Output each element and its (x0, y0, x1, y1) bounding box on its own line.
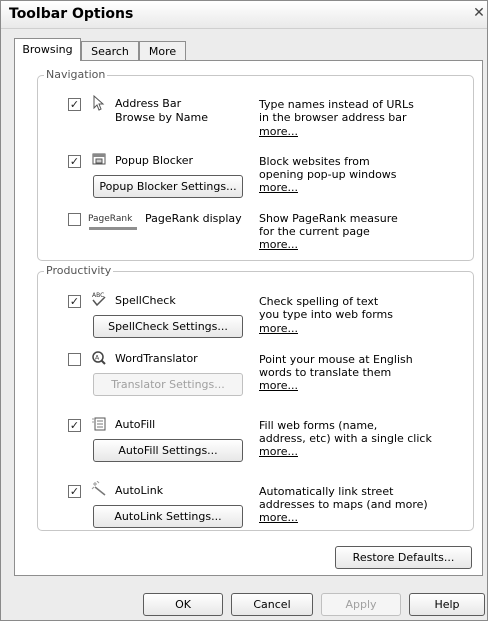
pagerank-label: PageRank display (145, 212, 242, 225)
autolink-desc-2: addresses to maps (and more) (259, 498, 428, 511)
translator-icon: A (90, 350, 108, 366)
dialog-title: Toolbar Options (9, 6, 134, 22)
popup-blocker-desc-1: Block websites from (259, 155, 370, 168)
autolink-settings-button[interactable]: AutoLink Settings... (93, 505, 243, 528)
translator-settings-button[interactable]: Translator Settings... (93, 373, 243, 396)
toolbar-options-dialog: Toolbar Options ✕ Browsing Search More N… (0, 0, 488, 621)
svg-text:ABC: ABC (92, 292, 104, 299)
tab-panel-browsing: Navigation ✓ Address Bar Browse by Name … (14, 60, 483, 576)
wordtranslator-more-link[interactable]: more... (259, 379, 298, 392)
pagerank-more-link[interactable]: more... (259, 238, 298, 251)
cancel-button[interactable]: Cancel (231, 593, 313, 616)
pagerank-logo: PageRank (88, 214, 133, 224)
popup-blocker-desc-2: opening pop-up windows (259, 168, 397, 181)
productivity-group-label: Productivity (44, 264, 114, 278)
pagerank-desc-2: for the current page (259, 225, 370, 238)
spellcheck-desc-2: you type into web forms (259, 308, 393, 321)
browse-by-name-label: Browse by Name (115, 111, 208, 124)
pagerank-desc-1: Show PageRank measure (259, 212, 398, 225)
tab-search[interactable]: Search (81, 41, 139, 60)
wordtranslator-label: WordTranslator (115, 352, 198, 365)
popup-blocker-label: Popup Blocker (115, 154, 194, 167)
popup-blocker-more-link[interactable]: more... (259, 181, 298, 194)
address-bar-checkbox[interactable]: ✓ (68, 98, 81, 111)
popup-blocker-settings-button[interactable]: Popup Blocker Settings... (93, 175, 243, 198)
ok-button[interactable]: OK (143, 593, 223, 616)
address-bar-desc-1: Type names instead of URLs (259, 98, 414, 111)
autolink-desc-1: Automatically link street (259, 485, 394, 498)
autolink-label: AutoLink (115, 484, 164, 497)
autofill-icon (90, 416, 108, 432)
autolink-icon (90, 480, 108, 497)
spellcheck-settings-button[interactable]: SpellCheck Settings... (93, 315, 243, 338)
tab-more[interactable]: More (139, 41, 186, 60)
wordtranslator-desc-2: words to translate them (259, 366, 392, 379)
title-bar: Toolbar Options ✕ (1, 1, 487, 29)
popup-blocker-checkbox[interactable]: ✓ (68, 155, 81, 168)
spellcheck-icon: ABC (90, 291, 108, 307)
address-bar-more-link[interactable]: more... (259, 125, 298, 138)
apply-button[interactable]: Apply (321, 593, 401, 616)
autofill-desc-1: Fill web forms (name, (259, 419, 378, 432)
spellcheck-desc-1: Check spelling of text (259, 295, 379, 308)
pagerank-bar (89, 227, 137, 230)
tab-browsing[interactable]: Browsing (14, 38, 81, 61)
close-icon[interactable]: ✕ (471, 5, 487, 21)
wordtranslator-desc-1: Point your mouse at English (259, 353, 413, 366)
autolink-more-link[interactable]: more... (259, 511, 298, 524)
autofill-more-link[interactable]: more... (259, 445, 298, 458)
navigation-group-label: Navigation (44, 68, 108, 82)
address-bar-desc-2: in the browser address bar (259, 111, 407, 124)
spellcheck-checkbox[interactable]: ✓ (68, 295, 81, 308)
autofill-desc-2: address, etc) with a single click (259, 432, 432, 445)
wordtranslator-checkbox[interactable] (68, 353, 81, 366)
popup-window-icon (90, 152, 108, 168)
spellcheck-label: SpellCheck (115, 294, 176, 307)
cursor-icon (90, 94, 108, 111)
autofill-settings-button[interactable]: AutoFill Settings... (93, 439, 243, 462)
spellcheck-more-link[interactable]: more... (259, 322, 298, 335)
address-bar-label: Address Bar (115, 97, 182, 110)
pagerank-checkbox[interactable] (68, 213, 81, 226)
autofill-checkbox[interactable]: ✓ (68, 419, 81, 432)
autolink-checkbox[interactable]: ✓ (68, 485, 81, 498)
help-button[interactable]: Help (409, 593, 485, 616)
autofill-label: AutoFill (115, 418, 156, 431)
restore-defaults-button[interactable]: Restore Defaults... (335, 546, 472, 569)
